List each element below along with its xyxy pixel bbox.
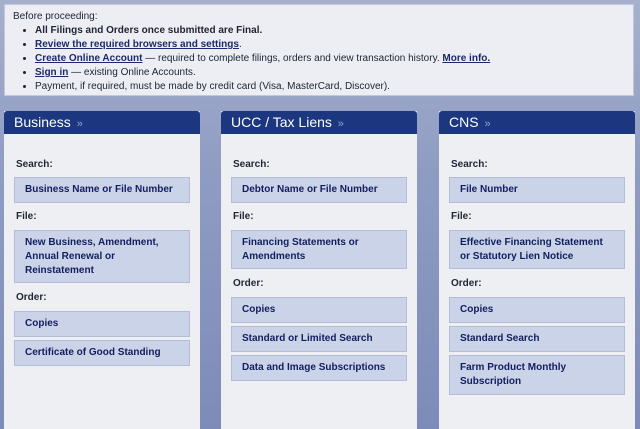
notice-create: Create Online Account — required to comp…	[35, 52, 625, 66]
business-file-button[interactable]: New Business, Amendment, Annual Renewal …	[14, 230, 190, 283]
create-account-link[interactable]: Create Online Account	[35, 53, 142, 64]
cns-farm-product-button[interactable]: Farm Product Monthly Subscription	[449, 355, 625, 395]
search-label: Search:	[233, 159, 270, 170]
ucc-search-order-button[interactable]: Standard or Limited Search	[231, 326, 407, 352]
order-label: Order:	[233, 278, 264, 289]
notice-payment: Payment, if required, must be made by cr…	[35, 80, 625, 94]
sign-in-link[interactable]: Sign in	[35, 67, 68, 78]
chevron-icon: »	[484, 118, 491, 130]
cns-standard-search-button[interactable]: Standard Search	[449, 326, 625, 352]
file-label: File:	[16, 211, 37, 222]
notice-final: All Filings and Orders once submitted ar…	[35, 24, 625, 38]
ucc-file-button[interactable]: Financing Statements or Amendments	[231, 230, 407, 269]
ucc-copies-button[interactable]: Copies	[231, 297, 407, 323]
ucc-column: UCC / Tax Liens » Search: Debtor Name or…	[221, 111, 417, 429]
chevron-icon: »	[76, 118, 83, 130]
browsers-link[interactable]: Review the required browsers and setting…	[35, 39, 239, 50]
search-label: Search:	[451, 159, 488, 170]
notice-browsers: Review the required browsers and setting…	[35, 38, 625, 52]
cns-column: CNS » Search: File Number File: Effectiv…	[439, 111, 635, 429]
business-header[interactable]: Business »	[4, 111, 200, 134]
notice-box: Before proceeding: All Filings and Order…	[4, 4, 634, 96]
business-search-button[interactable]: Business Name or File Number	[14, 177, 190, 203]
business-copies-button[interactable]: Copies	[14, 311, 190, 337]
business-column: Business » Search: Business Name or File…	[4, 111, 200, 429]
order-label: Order:	[16, 292, 47, 303]
cns-header[interactable]: CNS »	[439, 111, 635, 134]
ucc-search-button[interactable]: Debtor Name or File Number	[231, 177, 407, 203]
notice-signin: Sign in — existing Online Accounts.	[35, 66, 625, 80]
ucc-subscriptions-button[interactable]: Data and Image Subscriptions	[231, 355, 407, 381]
ucc-header[interactable]: UCC / Tax Liens »	[221, 111, 417, 134]
cns-copies-button[interactable]: Copies	[449, 297, 625, 323]
notice-list: All Filings and Orders once submitted ar…	[13, 24, 625, 94]
order-label: Order:	[451, 278, 482, 289]
file-label: File:	[233, 211, 254, 222]
business-good-standing-button[interactable]: Certificate of Good Standing	[14, 340, 190, 366]
chevron-icon: »	[337, 118, 344, 130]
cns-file-button[interactable]: Effective Financing Statement or Statuto…	[449, 230, 625, 269]
cns-search-button[interactable]: File Number	[449, 177, 625, 203]
search-label: Search:	[16, 159, 53, 170]
more-info-link[interactable]: More info.	[442, 53, 490, 64]
file-label: File:	[451, 211, 472, 222]
notice-intro: Before proceeding:	[13, 11, 98, 22]
